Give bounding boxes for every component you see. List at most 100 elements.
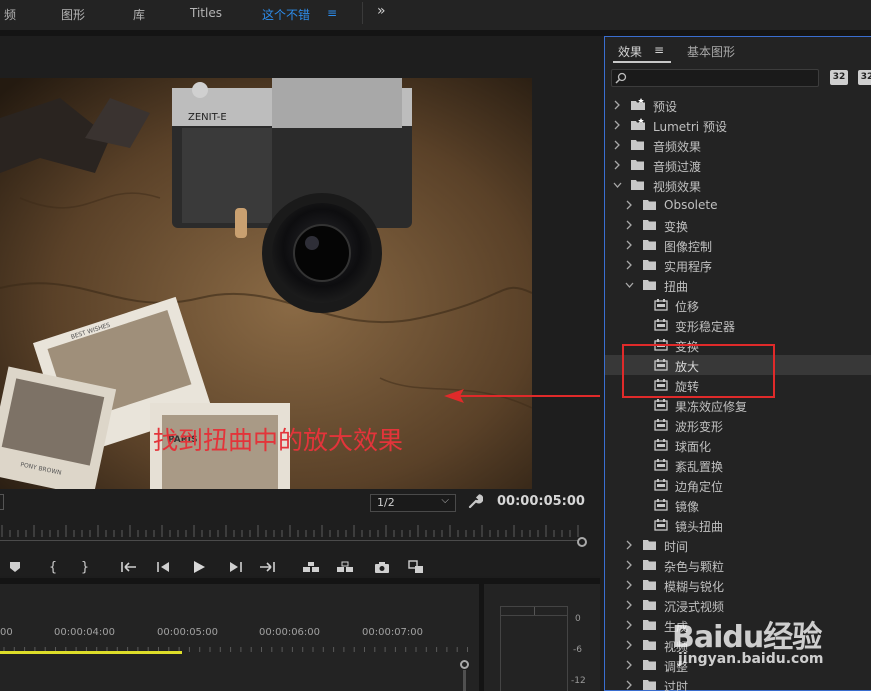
- chevron-right-icon[interactable]: [625, 659, 633, 671]
- effect-item[interactable]: 球面化: [605, 435, 871, 455]
- chevron-right-icon[interactable]: [625, 679, 633, 691]
- effect-item[interactable]: 波形变形: [605, 415, 871, 435]
- effect-item[interactable]: 变形稳定器: [605, 315, 871, 335]
- chevron-right-icon[interactable]: [625, 579, 633, 591]
- chevron-down-icon[interactable]: [613, 179, 622, 191]
- effect-item[interactable]: 镜头扭曲: [605, 515, 871, 535]
- mark-in-icon[interactable]: {: [44, 558, 62, 576]
- effect-folder-item[interactable]: 杂色与颗粒: [605, 555, 871, 575]
- chevron-right-icon[interactable]: [613, 99, 621, 111]
- effect-tree-label: 波形变形: [675, 420, 724, 434]
- tab-effects[interactable]: 效果: [618, 43, 642, 60]
- panel-menu-icon[interactable]: ≡: [654, 43, 664, 57]
- effect-icon: [654, 398, 668, 414]
- chevron-right-icon[interactable]: [625, 599, 633, 611]
- compare-icon[interactable]: [407, 558, 425, 576]
- folder-icon: [630, 158, 645, 174]
- effect-folder-item[interactable]: 音频过渡: [605, 155, 871, 175]
- effect-folder-item[interactable]: 视频效果: [605, 175, 871, 195]
- zoom-level-field[interactable]: [0, 494, 4, 510]
- effect-folder-item[interactable]: 音频效果: [605, 135, 871, 155]
- chevron-right-icon[interactable]: [613, 119, 621, 131]
- effect-tree-label: 紊乱置换: [675, 460, 724, 474]
- effect-icon: [654, 418, 668, 434]
- export-frame-icon[interactable]: [373, 558, 391, 576]
- effect-tree-label: 杂色与颗粒: [664, 560, 725, 574]
- effect-item[interactable]: 边角定位: [605, 475, 871, 495]
- lift-icon[interactable]: [302, 558, 320, 576]
- effect-folder-item[interactable]: 实用程序: [605, 255, 871, 275]
- effect-folder-item[interactable]: Lumetri 预设: [605, 115, 871, 135]
- chevron-right-icon[interactable]: [613, 159, 621, 171]
- overflow-chevron-icon[interactable]: »: [377, 3, 386, 19]
- timeline-scrollbar[interactable]: [463, 670, 466, 691]
- effect-folder-item[interactable]: 扭曲: [605, 275, 871, 295]
- chevron-right-icon[interactable]: [625, 639, 633, 651]
- workspace-tab-graphics[interactable]: 图形: [61, 6, 85, 23]
- 32bit-effects-icon[interactable]: 32: [858, 70, 871, 85]
- chevron-right-icon[interactable]: [625, 219, 633, 231]
- tab-essential-graphics[interactable]: 基本图形: [687, 43, 735, 60]
- time-ruler[interactable]: [0, 521, 584, 537]
- effect-item[interactable]: 果冻效应修复: [605, 395, 871, 415]
- go-to-in-icon[interactable]: [120, 558, 138, 576]
- timeline-time-label: 00:00:04:00: [54, 627, 116, 638]
- search-icon: [615, 72, 627, 84]
- annotation-text: 找到扭曲中的放大效果: [153, 426, 404, 455]
- work-area-bar[interactable]: [0, 651, 182, 654]
- go-to-out-icon[interactable]: [258, 558, 276, 576]
- chevron-right-icon[interactable]: [625, 539, 633, 551]
- effect-item[interactable]: 位移: [605, 295, 871, 315]
- timeline-time-label: 00:00:06:00: [259, 627, 321, 638]
- zoom-scroll-handle[interactable]: [577, 537, 587, 547]
- chevron-down-icon: ⌵: [441, 495, 449, 506]
- chevron-right-icon[interactable]: [625, 559, 633, 571]
- accelerated-effects-icon[interactable]: 32: [830, 70, 848, 85]
- workspace-tab-libraries[interactable]: 库: [133, 6, 145, 23]
- chevron-right-icon[interactable]: [625, 619, 633, 631]
- effect-folder-item[interactable]: 图像控制: [605, 235, 871, 255]
- step-forward-icon[interactable]: [226, 558, 244, 576]
- watermark-url: jingyan.baidu.com: [678, 651, 824, 667]
- effect-item[interactable]: 紊乱置换: [605, 455, 871, 475]
- effect-icon: [654, 478, 668, 494]
- folder-icon: [642, 618, 657, 634]
- chevron-right-icon[interactable]: [625, 199, 633, 211]
- chevron-right-icon[interactable]: [625, 259, 633, 271]
- chevron-down-icon[interactable]: [625, 279, 634, 291]
- effect-folder-item[interactable]: 模糊与锐化: [605, 575, 871, 595]
- effect-folder-item[interactable]: 时间: [605, 535, 871, 555]
- effect-tree-label: 位移: [675, 300, 700, 314]
- chevron-right-icon[interactable]: [613, 139, 621, 151]
- workspace-tab-active[interactable]: 这个不错: [262, 6, 310, 23]
- step-back-icon[interactable]: [155, 558, 173, 576]
- timeline-scroll-handle[interactable]: [460, 660, 469, 669]
- folder-icon: [642, 238, 657, 254]
- playhead-timecode[interactable]: 00:00:05:00: [497, 494, 585, 509]
- effect-icon: [654, 438, 668, 454]
- effects-search-input[interactable]: [611, 69, 819, 87]
- effect-folder-item[interactable]: 预设: [605, 95, 871, 115]
- effect-folder-item[interactable]: Obsolete: [605, 195, 871, 215]
- workspace-tab-titles[interactable]: Titles: [190, 6, 222, 20]
- extract-icon[interactable]: [336, 558, 354, 576]
- chevron-right-icon[interactable]: [625, 239, 633, 251]
- effect-item[interactable]: 镜像: [605, 495, 871, 515]
- effect-tree-label: Lumetri 预设: [653, 120, 727, 134]
- wrench-icon[interactable]: [467, 493, 483, 509]
- effect-folder-item[interactable]: 变换: [605, 215, 871, 235]
- divider: [362, 2, 363, 24]
- annotation-arrow: [444, 389, 600, 403]
- workspace-tab[interactable]: 频: [4, 6, 16, 23]
- hamburger-menu-icon[interactable]: ≡: [327, 6, 337, 20]
- mark-out-icon[interactable]: }: [76, 558, 94, 576]
- effect-tree-label: 果冻效应修复: [675, 400, 748, 414]
- resolution-select[interactable]: 1/2 ⌵: [370, 494, 456, 512]
- play-icon[interactable]: [190, 558, 208, 576]
- divider: [479, 584, 484, 691]
- folder-icon: [642, 258, 657, 274]
- marker-icon[interactable]: [6, 558, 24, 576]
- effect-tree-label: 时间: [664, 540, 689, 554]
- folder-icon: [642, 578, 657, 594]
- folder-icon: [642, 198, 657, 214]
